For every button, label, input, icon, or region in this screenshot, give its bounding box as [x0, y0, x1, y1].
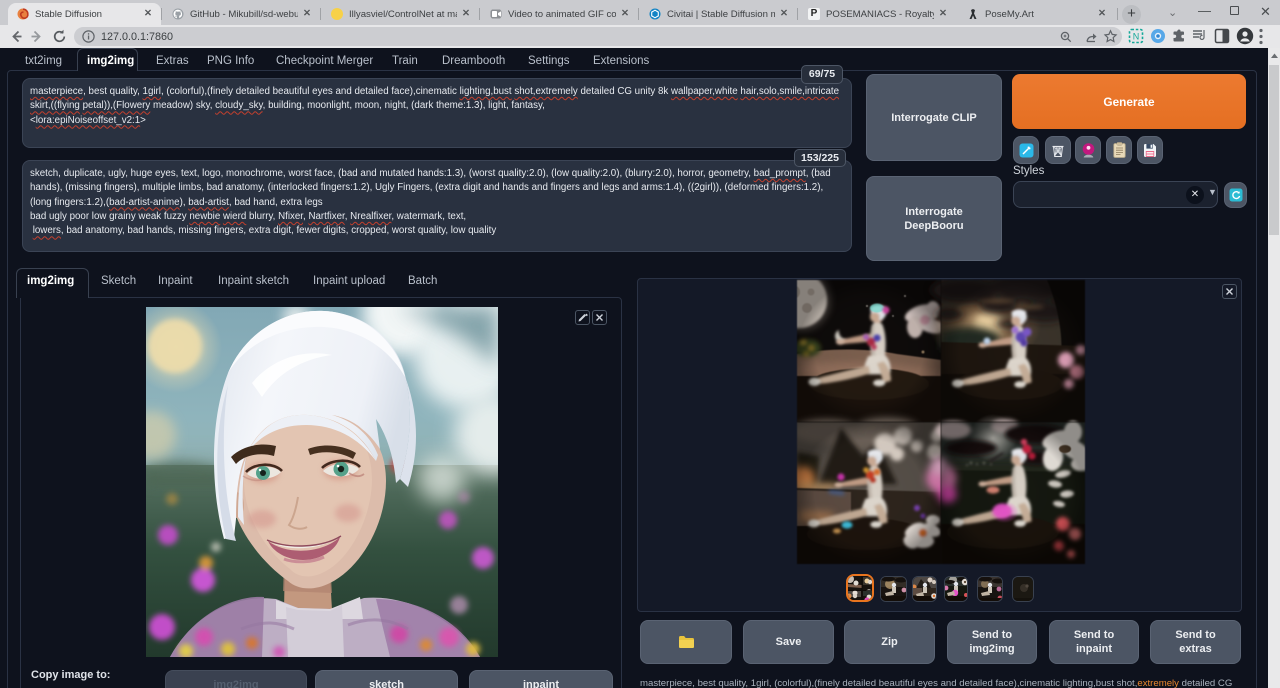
svg-text:N: N: [1133, 32, 1140, 42]
